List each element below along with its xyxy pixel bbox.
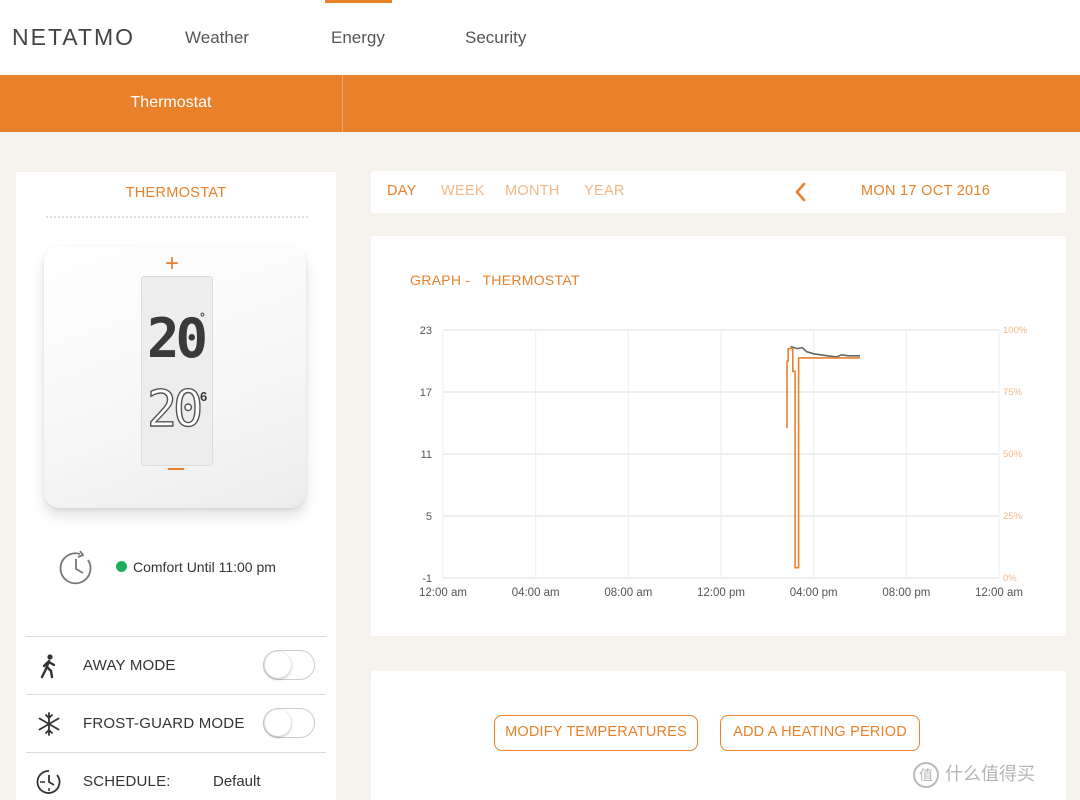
y-axis-right-tick-label: 75% — [1003, 387, 1023, 398]
date-label: MON 17 OCT 2016 — [861, 183, 991, 199]
nav-link-energy[interactable]: Energy — [331, 28, 385, 48]
schedule-row[interactable]: SCHEDULE: Default — [26, 752, 326, 800]
thermostat-panel: THERMOSTAT + 20 ° 20 6 Comfort Until 11:… — [16, 172, 336, 800]
x-axis-tick-label: 12:00 am — [975, 587, 1023, 599]
watermark-text: 什么值得买 — [945, 764, 1035, 784]
top-navigation: NETATMO Weather Energy Security — [0, 0, 1080, 75]
away-mode-toggle[interactable] — [263, 650, 315, 680]
toggle-knob — [265, 652, 291, 678]
frost-guard-row: FROST-GUARD MODE — [26, 694, 326, 752]
nav-active-indicator — [325, 0, 392, 3]
series-line-0 — [790, 345, 860, 358]
toggle-knob — [265, 710, 291, 736]
netatmo-logo[interactable]: NETATMO — [12, 24, 135, 51]
thermostat-screen: 20 ° 20 6 — [141, 276, 213, 466]
x-axis-tick-label: 08:00 pm — [882, 587, 930, 599]
tab-thermostat[interactable]: Thermostat — [0, 75, 343, 132]
setpoint-display: 20 — [147, 307, 208, 370]
x-axis-tick-label: 04:00 am — [512, 587, 560, 599]
tab-year[interactable]: YEAR — [584, 183, 625, 199]
graph-card: GRAPH - THERMOSTAT 23 100% 17 75% 11 50% 5 25% -1… — [371, 236, 1066, 636]
status-label: Comfort — [133, 559, 183, 575]
period-selector: DAY WEEK MONTH YEAR MON 17 OCT 2016 — [371, 171, 1066, 213]
series-line-1 — [786, 347, 860, 569]
y-axis-right-tick-label: 25% — [1003, 511, 1023, 522]
schedule-clock-icon[interactable] — [58, 550, 94, 586]
y-axis-left-tick-label: 11 — [421, 449, 432, 461]
thermostat-chart: 23 100% 17 75% 11 50% 5 25% -1 0% 12:00 am 04:00 am… — [419, 325, 1028, 599]
snowflake-icon — [38, 712, 60, 736]
minus-icon[interactable] — [168, 468, 184, 470]
x-axis-tick-label: 04:00 pm — [790, 587, 838, 599]
frost-guard-toggle[interactable] — [263, 708, 315, 738]
y-axis-right-tick-label: 100% — [1003, 325, 1028, 336]
mode-status: Comfort Until 11:00 pm — [116, 559, 276, 575]
current-temp-decimal: 6 — [200, 389, 208, 404]
tab-day[interactable]: DAY — [387, 183, 417, 199]
watermark-logo-icon: 值 — [913, 762, 939, 789]
tab-week[interactable]: WEEK — [441, 183, 485, 199]
y-axis-left-tick-label: 17 — [420, 387, 432, 399]
x-axis-tick-label: 12:00 pm — [697, 587, 745, 599]
nav-link-weather[interactable]: Weather — [185, 28, 249, 48]
add-heating-period-button[interactable]: ADD A HEATING PERIOD — [720, 715, 920, 751]
dotted-divider — [46, 216, 308, 218]
y-axis-left-tick-label: 23 — [420, 325, 432, 337]
y-axis-left-tick-label: -1 — [422, 573, 432, 585]
y-axis-right-tick-label: 50% — [1003, 449, 1023, 460]
watermark: 值什么值得买 — [913, 760, 1035, 789]
y-axis-right-tick-label: 0% — [1003, 573, 1017, 584]
status-dot — [116, 561, 127, 572]
frost-guard-label: FROST-GUARD MODE — [83, 715, 245, 732]
nav-link-security[interactable]: Security — [465, 28, 526, 48]
away-mode-row: AWAY MODE — [26, 636, 326, 694]
x-axis-tick-label: 08:00 am — [604, 587, 652, 599]
chevron-left-icon[interactable] — [791, 181, 811, 203]
tab-month[interactable]: MONTH — [505, 183, 560, 199]
sub-navigation: Thermostat — [0, 75, 1080, 132]
schedule-value: Default — [213, 773, 261, 790]
schedule-clock-icon — [36, 770, 61, 794]
walking-person-icon — [40, 654, 56, 679]
plus-icon[interactable]: + — [165, 252, 179, 276]
x-axis-tick-label: 12:00 am — [419, 587, 467, 599]
thermostat-device: + 20 ° 20 6 — [44, 246, 306, 508]
current-temp-display: 20 — [146, 380, 204, 438]
schedule-label: SCHEDULE: — [83, 773, 171, 790]
modify-temperatures-button[interactable]: MODIFY TEMPERATURES — [494, 715, 698, 751]
degree-symbol: ° — [200, 310, 205, 324]
status-until: Until 11:00 pm — [186, 559, 276, 575]
y-axis-left-tick-label: 5 — [426, 511, 432, 523]
panel-title: THERMOSTAT — [125, 185, 227, 201]
away-mode-label: AWAY MODE — [83, 657, 176, 674]
